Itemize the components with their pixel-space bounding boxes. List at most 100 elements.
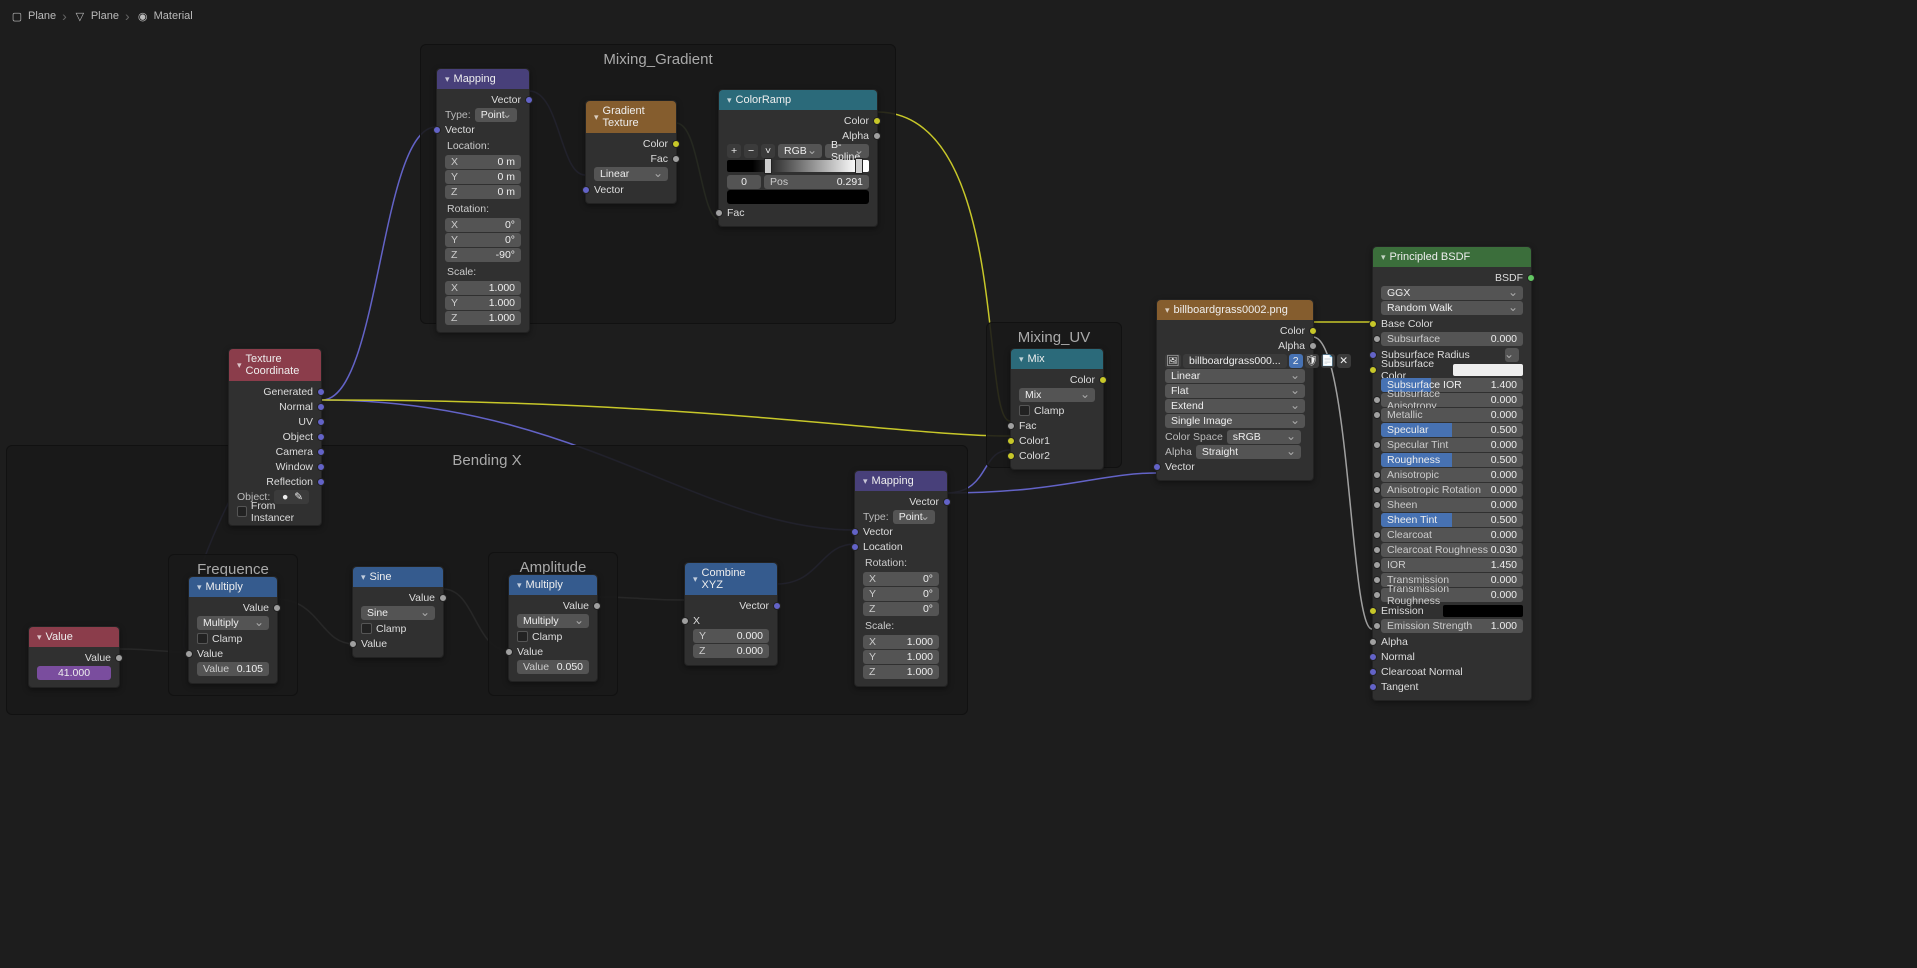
- node-header[interactable]: Sine: [353, 567, 443, 587]
- math-op[interactable]: Sine: [361, 606, 435, 620]
- frame-bending-x[interactable]: Bending X: [6, 445, 968, 715]
- node-mapping-2[interactable]: Mapping Vector Type:Point Vector Locatio…: [854, 470, 948, 687]
- image-name[interactable]: billboardgrass000...: [1183, 354, 1287, 368]
- bsdf-specular[interactable]: Specular0.500: [1381, 423, 1523, 437]
- node-header[interactable]: Value: [29, 627, 119, 647]
- clamp-checkbox[interactable]: Clamp: [513, 629, 593, 644]
- projection-field[interactable]: Flat: [1165, 384, 1305, 398]
- bsdf-sheen[interactable]: Sheen0.000: [1381, 498, 1523, 512]
- loc-x[interactable]: X0 m: [445, 155, 521, 169]
- node-principled-bsdf[interactable]: Principled BSDF BSDF GGX Random Walk Bas…: [1372, 246, 1532, 701]
- value-field[interactable]: Value0.050: [517, 660, 589, 674]
- colorspace-field[interactable]: Color SpacesRGB: [1161, 429, 1309, 444]
- image-new[interactable]: 📄: [1321, 354, 1335, 368]
- type-field[interactable]: Type:Point: [859, 509, 943, 524]
- gradient-type[interactable]: Linear: [594, 167, 668, 181]
- clamp-checkbox[interactable]: Clamp: [357, 621, 439, 636]
- bsdf-metallic[interactable]: Metallic0.000: [1381, 408, 1523, 422]
- value-field[interactable]: 41.000: [37, 666, 111, 680]
- node-value[interactable]: Value Value 41.000: [28, 626, 120, 688]
- node-header[interactable]: ColorRamp: [719, 90, 877, 110]
- bsdf-sheen-tint[interactable]: Sheen Tint0.500: [1381, 513, 1523, 527]
- bsdf-clearcoat[interactable]: Clearcoat0.000: [1381, 528, 1523, 542]
- image-users[interactable]: 2: [1289, 354, 1303, 368]
- source-field[interactable]: Single Image: [1165, 414, 1305, 428]
- node-header[interactable]: billboardgrass0002.png: [1157, 300, 1313, 320]
- object-prop[interactable]: Object:● ✎: [233, 489, 317, 504]
- node-texture-coordinate[interactable]: Texture Coordinate Generated Normal UV O…: [228, 348, 322, 526]
- rot-y[interactable]: Y0°: [863, 587, 939, 601]
- sss-method-field[interactable]: Random Walk: [1381, 301, 1523, 315]
- math-op[interactable]: Multiply: [197, 616, 269, 630]
- bsdf-subsurface-anisotropy[interactable]: Subsurface Anisotropy0.000: [1381, 393, 1523, 407]
- bsdf-transmission-roughness[interactable]: Transmission Roughness0.000: [1381, 588, 1523, 602]
- ramp-color-swatch[interactable]: [727, 190, 869, 204]
- node-header[interactable]: Mapping: [855, 471, 947, 491]
- node-gradient-texture[interactable]: Gradient Texture Color Fac Linear Vector: [585, 100, 677, 204]
- distribution-field[interactable]: GGX: [1381, 286, 1523, 300]
- scl-y[interactable]: Y1.000: [445, 296, 521, 310]
- node-mix[interactable]: Mix Color Mix Clamp Fac Color1 Color2: [1010, 348, 1104, 470]
- node-header[interactable]: Multiply: [509, 575, 597, 595]
- rot-x[interactable]: X0°: [445, 218, 521, 232]
- node-editor-canvas[interactable]: Mixing_Gradient Bending X Frequence Ampl…: [0, 0, 1917, 968]
- node-header[interactable]: Texture Coordinate: [229, 349, 321, 381]
- node-header[interactable]: Combine XYZ: [685, 563, 777, 595]
- node-header[interactable]: Mix: [1011, 349, 1103, 369]
- loc-z[interactable]: Z0 m: [445, 185, 521, 199]
- type-field[interactable]: Type:Point: [441, 107, 525, 122]
- node-header[interactable]: Gradient Texture: [586, 101, 676, 133]
- bsdf-anisotropic-rotation[interactable]: Anisotropic Rotation0.000: [1381, 483, 1523, 497]
- bsdf-subsurface-ior[interactable]: Subsurface IOR1.400: [1381, 378, 1523, 392]
- node-mapping-1[interactable]: Mapping Vector Type:Point Vector Locatio…: [436, 68, 530, 333]
- clamp-checkbox[interactable]: Clamp: [1015, 403, 1099, 418]
- rot-z[interactable]: Z0°: [863, 602, 939, 616]
- z-field[interactable]: Z0.000: [693, 644, 769, 658]
- rot-z[interactable]: Z-90°: [445, 248, 521, 262]
- bsdf-subsurface-color[interactable]: Subsurface Color: [1377, 362, 1527, 377]
- bsdf-clearcoat-roughness[interactable]: Clearcoat Roughness0.030: [1381, 543, 1523, 557]
- node-colorramp[interactable]: ColorRamp Color Alpha + − ˅ RGB B-Spline…: [718, 89, 878, 227]
- rot-y[interactable]: Y0°: [445, 233, 521, 247]
- extension-field[interactable]: Extend: [1165, 399, 1305, 413]
- ramp-menu[interactable]: ˅: [761, 144, 775, 158]
- alpha-field[interactable]: AlphaStraight: [1161, 444, 1309, 459]
- node-multiply-amplitude[interactable]: Multiply Value Multiply Clamp Value Valu…: [508, 574, 598, 682]
- node-image-texture[interactable]: billboardgrass0002.png Color Alpha 🖼︎ bi…: [1156, 299, 1314, 481]
- bsdf-specular-tint[interactable]: Specular Tint0.000: [1381, 438, 1523, 452]
- scl-z[interactable]: Z1.000: [445, 311, 521, 325]
- node-sine[interactable]: Sine Value Sine Clamp Value: [352, 566, 444, 658]
- interp-field[interactable]: Linear: [1165, 369, 1305, 383]
- node-header[interactable]: Multiply: [189, 577, 277, 597]
- clamp-checkbox[interactable]: Clamp: [193, 631, 273, 646]
- node-header[interactable]: Principled BSDF: [1373, 247, 1531, 267]
- blend-type[interactable]: Mix: [1019, 388, 1095, 402]
- image-browse[interactable]: 🖼︎: [1165, 354, 1181, 368]
- ramp-pos[interactable]: Pos0.291: [764, 175, 869, 189]
- bsdf-emission-strength[interactable]: Emission Strength1.000: [1381, 619, 1523, 633]
- rot-x[interactable]: X0°: [863, 572, 939, 586]
- ramp-index[interactable]: 0: [727, 175, 761, 189]
- node-multiply-frequence[interactable]: Multiply Value Multiply Clamp Value Valu…: [188, 576, 278, 684]
- scl-x[interactable]: X1.000: [445, 281, 521, 295]
- bsdf-roughness[interactable]: Roughness0.500: [1381, 453, 1523, 467]
- scl-x[interactable]: X1.000: [863, 635, 939, 649]
- ramp-remove[interactable]: −: [744, 144, 758, 158]
- math-op[interactable]: Multiply: [517, 614, 589, 628]
- node-header[interactable]: Mapping: [437, 69, 529, 89]
- image-fake[interactable]: 🛡︎: [1305, 354, 1319, 368]
- bsdf-ior[interactable]: IOR1.450: [1381, 558, 1523, 572]
- node-combine-xyz[interactable]: Combine XYZ Vector X Y0.000 Z0.000: [684, 562, 778, 666]
- ramp-colormode[interactable]: RGB: [778, 144, 822, 158]
- bsdf-anisotropic[interactable]: Anisotropic0.000: [1381, 468, 1523, 482]
- value-field[interactable]: Value0.105: [197, 662, 269, 676]
- ramp-gradient[interactable]: [727, 160, 869, 172]
- loc-y[interactable]: Y0 m: [445, 170, 521, 184]
- from-instancer-checkbox[interactable]: From Instancer: [233, 504, 317, 519]
- y-field[interactable]: Y0.000: [693, 629, 769, 643]
- scl-y[interactable]: Y1.000: [863, 650, 939, 664]
- bsdf-subsurface[interactable]: Subsurface0.000: [1381, 332, 1523, 346]
- ramp-add[interactable]: +: [727, 144, 741, 158]
- ramp-interp[interactable]: B-Spline: [825, 144, 869, 158]
- scl-z[interactable]: Z1.000: [863, 665, 939, 679]
